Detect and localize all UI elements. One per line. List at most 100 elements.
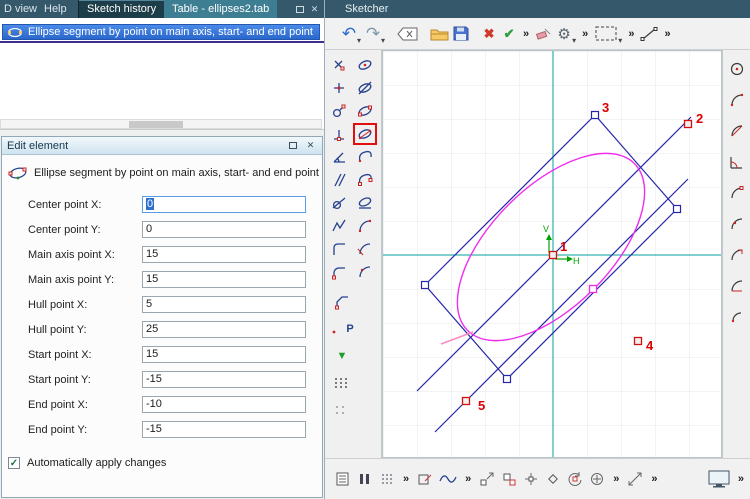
handle-hull-point[interactable]: [588, 284, 598, 294]
more-edit-chevron[interactable]: »: [582, 28, 588, 40]
cancel-icon[interactable]: ✖: [479, 22, 499, 46]
dashed-columns-icon[interactable]: [377, 467, 397, 491]
expand-tools-icon[interactable]: ▼: [330, 345, 354, 367]
snap-move-icon[interactable]: [477, 467, 497, 491]
point-on-element-tool-icon[interactable]: [327, 100, 351, 122]
ellipse-axis-tool-icon[interactable]: [353, 77, 377, 99]
auto-apply-checkbox[interactable]: ✓: [8, 457, 20, 469]
point-intersect-tool-icon[interactable]: [327, 54, 351, 76]
point-plus-tool-icon[interactable]: [327, 77, 351, 99]
point-label-tool-icon[interactable]: P: [330, 318, 354, 340]
start-point-y-input[interactable]: -15: [142, 371, 306, 388]
close-icon[interactable]: ✕: [308, 3, 321, 15]
perpendicular-tool-icon[interactable]: [327, 123, 351, 145]
ellipse-points-tool-icon[interactable]: [353, 100, 377, 122]
undo-icon[interactable]: ↶: [339, 22, 359, 46]
scrollbar-thumb[interactable]: [129, 121, 183, 128]
sketch-canvas[interactable]: V H 1 2 3 4 5: [382, 50, 722, 458]
delete-backspace-icon[interactable]: [395, 22, 420, 46]
line-tool-icon[interactable]: [638, 22, 660, 46]
more-transform-chevron[interactable]: »: [651, 473, 657, 485]
fillet-tool-icon[interactable]: [327, 261, 351, 283]
more-draw-chevron[interactable]: »: [664, 28, 670, 40]
parallel-tool-icon[interactable]: [327, 169, 351, 191]
start-point-x-input[interactable]: 15: [142, 346, 306, 363]
eraser-icon[interactable]: [533, 22, 554, 46]
arc-small-tool-icon[interactable]: [725, 306, 749, 328]
more-display-chevron[interactable]: »: [738, 473, 744, 485]
corner-tool-icon[interactable]: [327, 238, 351, 260]
arc-3point-tool-icon[interactable]: [353, 215, 377, 237]
handle-left-corner[interactable]: [420, 280, 430, 290]
polyline-tool-icon[interactable]: [327, 215, 351, 237]
end-point-x-input[interactable]: -10: [142, 396, 306, 413]
restore-icon[interactable]: [293, 3, 306, 15]
origin-snap-icon[interactable]: [587, 467, 607, 491]
handle-point-2[interactable]: [683, 119, 693, 129]
handle-center-point[interactable]: [548, 250, 558, 260]
rotate-icon[interactable]: [565, 467, 585, 491]
save-icon[interactable]: [451, 22, 471, 46]
grid-points-small-icon[interactable]: [330, 399, 354, 421]
handle-bottom-corner[interactable]: [502, 374, 512, 384]
arc-center-tool-icon[interactable]: [353, 261, 377, 283]
main-axis-point-x-input[interactable]: 15: [142, 246, 306, 263]
arc-tangent2-tool-icon[interactable]: [725, 182, 749, 204]
redo-dropdown-icon[interactable]: ▾: [381, 36, 385, 45]
diamond-snap-icon[interactable]: [543, 467, 563, 491]
handle-point-5[interactable]: [461, 396, 471, 406]
ellipse-arc-points-tool-icon[interactable]: [353, 169, 377, 191]
tab-table-ellipses2[interactable]: Table - ellipses2.tab: [164, 0, 278, 18]
marquee-dropdown-icon[interactable]: ▾: [618, 36, 622, 45]
screen-display-icon[interactable]: [706, 467, 734, 491]
panel-restore-icon[interactable]: [286, 141, 299, 151]
angle-tool-icon[interactable]: [327, 146, 351, 168]
history-list-item[interactable]: Ellipse segment by point on main axis, s…: [2, 24, 320, 40]
open-file-icon[interactable]: [428, 22, 451, 46]
tab-help[interactable]: Help: [44, 3, 67, 15]
chamfer-tool-icon[interactable]: [330, 291, 354, 313]
ellipse-segment-tool-icon[interactable]: [353, 123, 377, 145]
arc-tangent-tool-icon[interactable]: [353, 238, 377, 260]
columns-icon[interactable]: [355, 467, 375, 491]
handle-top-corner[interactable]: [590, 110, 600, 120]
settings-gear-icon[interactable]: ⚙: [554, 22, 574, 46]
tab-sketch-history[interactable]: Sketch history: [78, 0, 166, 18]
snap-square-icon[interactable]: [499, 467, 519, 491]
more-modify-chevron[interactable]: »: [465, 473, 471, 485]
curve-icon[interactable]: [437, 467, 459, 491]
more-view-chevron[interactable]: »: [403, 473, 409, 485]
tab-3d-view[interactable]: D view: [4, 3, 37, 15]
more-tools-chevron[interactable]: »: [523, 28, 529, 40]
arc-endpoints-tool-icon[interactable]: [725, 89, 749, 111]
sheet-icon[interactable]: [333, 467, 353, 491]
edit-geometry-icon[interactable]: [415, 467, 435, 491]
end-point-y-input[interactable]: -15: [142, 421, 306, 438]
hull-point-x-input[interactable]: 5: [142, 296, 306, 313]
grid-points-icon[interactable]: [330, 372, 354, 394]
history-horizontal-scrollbar[interactable]: [0, 119, 322, 129]
gear-dropdown-icon[interactable]: ▾: [572, 36, 576, 45]
undo-dropdown-icon[interactable]: ▾: [357, 36, 361, 45]
center-point-x-input[interactable]: 0: [142, 196, 306, 213]
panel-close-icon[interactable]: ✕: [304, 140, 317, 151]
redo-icon[interactable]: ↷: [363, 22, 383, 46]
center-point-y-input[interactable]: 0: [142, 221, 306, 238]
grid-snap-icon[interactable]: [521, 467, 541, 491]
selection-marquee-icon[interactable]: [592, 22, 620, 46]
transform-icon[interactable]: [625, 467, 645, 491]
tangent-line-tool-icon[interactable]: [327, 192, 351, 214]
handle-point-4[interactable]: [633, 336, 643, 346]
arc-direction-tool-icon[interactable]: [725, 244, 749, 266]
more-select-chevron[interactable]: »: [628, 28, 634, 40]
circle-center-tool-icon[interactable]: [725, 58, 749, 80]
arc-radius-tool-icon[interactable]: [725, 120, 749, 142]
hull-point-y-input[interactable]: 25: [142, 321, 306, 338]
arc-chord-tool-icon[interactable]: [725, 275, 749, 297]
handle-right-corner[interactable]: [672, 204, 682, 214]
main-axis-point-y-input[interactable]: 15: [142, 271, 306, 288]
ellipse-arc-tool-icon[interactable]: [353, 146, 377, 168]
ellipse-tangent-tool-icon[interactable]: [353, 192, 377, 214]
arc-angle-tool-icon[interactable]: [725, 151, 749, 173]
confirm-icon[interactable]: ✔: [499, 22, 519, 46]
